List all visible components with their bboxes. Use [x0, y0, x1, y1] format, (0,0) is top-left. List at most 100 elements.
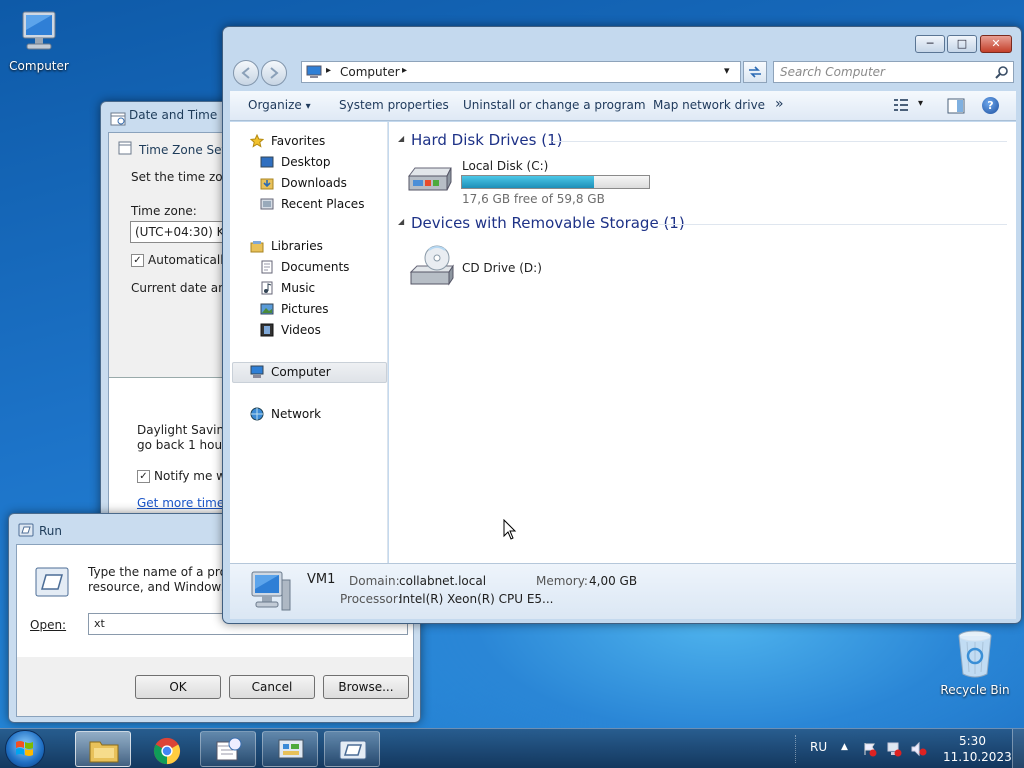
cancel-button[interactable]: Cancel [229, 675, 315, 699]
search-box[interactable]: Search Computer [773, 61, 1014, 83]
forward-button[interactable] [261, 60, 287, 86]
taskbar: RU ▲ 5:30 11.10.2023 [0, 728, 1024, 768]
disk-usage-fill [462, 176, 595, 188]
chrome-icon [153, 737, 181, 765]
computer-icon [22, 11, 56, 50]
cd-drive-icon [409, 245, 454, 286]
breadcrumb-arrow[interactable]: ▸ [402, 65, 407, 76]
address-dropdown-icon[interactable]: ▾ [724, 64, 730, 77]
help-button[interactable]: ? [982, 97, 999, 114]
show-hidden-icons-button[interactable]: ▲ [841, 742, 848, 752]
nav-downloads[interactable]: Downloads [260, 173, 347, 193]
desktop-icon-recycle-bin[interactable]: Recycle Bin [933, 628, 1017, 697]
nav-videos[interactable]: Videos [260, 320, 321, 340]
search-icon[interactable] [995, 65, 1009, 79]
notify-checkbox[interactable]: ✓ Notify me wh [137, 469, 234, 483]
nav-label: Music [281, 281, 316, 295]
taskbar-chrome-button[interactable] [138, 731, 194, 767]
navigation-pane: Favorites Desktop Downloads Recent Place… [230, 122, 388, 563]
nav-libraries[interactable]: Libraries [250, 236, 323, 256]
recycle-bin-icon [958, 630, 992, 678]
processor-label: Processor: [340, 592, 402, 606]
minimize-button[interactable]: ─ [915, 35, 945, 53]
taskbar-explorer-button[interactable] [75, 731, 131, 767]
nav-documents[interactable]: Documents [260, 257, 349, 277]
cd-drive-item[interactable]: CD Drive (D:) [405, 240, 605, 294]
nav-network[interactable]: Network [250, 404, 321, 424]
clock-icon [118, 141, 132, 155]
map-network-drive-button[interactable]: Map network drive [653, 98, 765, 112]
show-desktop-button[interactable] [1012, 729, 1024, 768]
group-header-hard-disks[interactable]: Hard Disk Drives (1) [411, 131, 562, 149]
nav-label: Pictures [281, 302, 329, 316]
back-button[interactable] [233, 60, 259, 86]
address-bar[interactable]: ▸ Computer ▸ ▾ [301, 61, 741, 83]
window-title: Date and Time [129, 108, 218, 122]
current-date-text: Current date and [131, 281, 234, 295]
auto-dst-label: Automatically [148, 253, 231, 267]
local-disk-item[interactable]: Local Disk (C:) 17,6 GB free of 59,8 GB [405, 156, 665, 206]
more-commands-button[interactable]: » [775, 96, 784, 112]
language-indicator[interactable]: RU [810, 740, 827, 754]
downloads-folder-icon [260, 178, 274, 190]
breadcrumb-computer[interactable]: Computer [340, 65, 400, 79]
collapse-icon[interactable]: ◢ [398, 134, 404, 143]
help-icon: ? [987, 99, 994, 112]
group-divider [659, 224, 1007, 225]
run-icon [18, 523, 34, 537]
browse-button[interactable]: Browse... [323, 675, 409, 699]
refresh-button[interactable] [743, 61, 767, 83]
change-view-button[interactable]: ▾ [892, 97, 932, 115]
action-center-flag-icon[interactable] [862, 741, 878, 757]
domain-label: Domain: [349, 574, 400, 588]
preview-pane-icon[interactable] [947, 98, 965, 114]
clock-date[interactable]: 11.10.2023 [943, 750, 1012, 764]
navigation-bar: ▸ Computer ▸ ▾ Search Computer [229, 59, 1017, 89]
view-list-icon [894, 99, 908, 111]
taskbar-control-panel-button[interactable] [262, 731, 318, 767]
nav-label: Libraries [271, 239, 323, 253]
command-bar: Organize ▾ System properties Uninstall o… [230, 91, 1016, 121]
open-label: Open: [30, 618, 67, 632]
nav-label: Documents [281, 260, 350, 274]
chevron-down-icon: ▾ [918, 98, 924, 109]
checkbox-mark: ✓ [131, 254, 144, 267]
nav-label: Downloads [281, 176, 347, 190]
date-time-window[interactable]: Date and Time Time Zone Setti Set the ti… [100, 101, 242, 532]
recent-places-icon [260, 198, 274, 210]
desktop-icon-computer[interactable]: Computer [0, 8, 81, 73]
nav-music[interactable]: Music [260, 278, 315, 298]
organize-menu[interactable]: Organize ▾ [248, 98, 311, 112]
volume-muted-icon[interactable] [910, 741, 928, 757]
system-properties-button[interactable]: System properties [339, 98, 449, 112]
search-input[interactable]: Search Computer [780, 65, 885, 79]
collapse-icon[interactable]: ◢ [398, 217, 404, 226]
clock-time[interactable]: 5:30 [959, 734, 986, 748]
nav-computer[interactable]: Computer [250, 362, 331, 382]
calendar-clock-icon [216, 737, 242, 761]
close-button[interactable]: ✕ [980, 35, 1012, 53]
explorer-window[interactable]: ─ □ ✕ ▸ Computer ▸ ▾ Search Computer Org… [222, 26, 1022, 624]
ok-button[interactable]: OK [135, 675, 221, 699]
maximize-button[interactable]: □ [947, 35, 977, 53]
nav-pictures[interactable]: Pictures [260, 299, 329, 319]
start-button[interactable] [5, 730, 45, 768]
open-input-value: xt [94, 617, 105, 630]
nav-desktop[interactable]: Desktop [260, 152, 331, 172]
network-status-icon[interactable] [886, 741, 902, 757]
auto-dst-checkbox[interactable]: ✓ Automatically [131, 253, 231, 267]
uninstall-program-button[interactable]: Uninstall or change a program [463, 98, 646, 112]
taskbar-run-button[interactable] [324, 731, 380, 767]
nav-label: Computer [271, 365, 331, 379]
memory-label: Memory: [536, 574, 588, 588]
desktop-icon-label: Recycle Bin [940, 683, 1010, 697]
processor-value: Intel(R) Xeon(R) CPU E5... [399, 592, 554, 606]
nav-recent-places[interactable]: Recent Places [260, 194, 364, 214]
refresh-icon [749, 66, 761, 78]
nav-favorites[interactable]: Favorites [250, 131, 325, 151]
breadcrumb-separator: ▸ [326, 65, 332, 76]
minimize-icon: ─ [926, 37, 934, 50]
local-disk-name: Local Disk (C:) [462, 159, 549, 173]
group-header-removable[interactable]: Devices with Removable Storage (1) [411, 214, 685, 232]
taskbar-date-time-button[interactable] [200, 731, 256, 767]
